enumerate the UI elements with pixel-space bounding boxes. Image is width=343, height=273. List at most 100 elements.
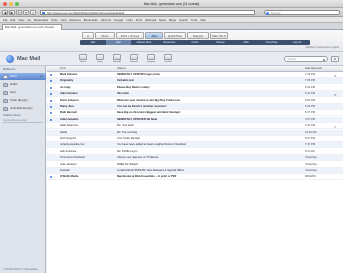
message-row[interactable]: Ramy Jess You can be Zurich's summer sess…	[47, 104, 343, 110]
back-button[interactable]: ◀	[2, 10, 8, 15]
message-row[interactable]: Feastall Limited Month 55/53.86: New Rele…	[47, 168, 343, 174]
sub-tab[interactable]: iDisk	[233, 40, 259, 45]
global-nav-item[interactable]: Support	[187, 32, 209, 39]
bookmark-item[interactable]: Links	[126, 18, 133, 22]
message-from: Adam Savants	[60, 117, 79, 121]
reply-button[interactable]: Reply	[93, 54, 107, 64]
mailbox-icon	[3, 90, 8, 95]
mailbox-item[interactable]: Trash (Empty)	[0, 97, 46, 104]
message-date: 7:47 PM	[305, 143, 316, 147]
message-row[interactable]: Ruth Bennett Save Big on Zirconia's Bigge…	[47, 110, 343, 117]
message-row[interactable]: web Antoinea Re: Profile Log In 6:11 AM	[47, 149, 343, 155]
sub-tab[interactable]: Log Out	[284, 40, 310, 45]
browser-tab-strip: Mac Mail - gmcmahon.com (21 unread)	[0, 23, 343, 30]
forward-button[interactable]: Forward	[127, 54, 141, 64]
delete-button[interactable]: Delete	[76, 54, 90, 64]
unread-dot-icon	[50, 118, 52, 121]
storage-usage: 1.38 GB (95%) of 2 GB available	[3, 268, 38, 271]
message-subject: Welcome your invoice to win Big Play Cre…	[117, 98, 297, 103]
mailbox-item[interactable]: Inbox 21	[0, 73, 46, 80]
bookmark-item[interactable]: News	[159, 18, 166, 22]
message-row[interactable]: Tech Support Your Order Receipt 8:37 PM	[47, 136, 343, 142]
address-book-heading: Address Book	[3, 114, 21, 117]
message-row[interactable]: Allen Gardner this letter 6:10 PM ✒	[47, 91, 343, 98]
message-row[interactable]: O'Reilly Media New Books & Web Essentials…	[47, 174, 343, 181]
sub-tab[interactable]: HomePage	[259, 40, 285, 45]
message-from: web Antoinea	[60, 149, 77, 153]
bookmark-item[interactable]: Delicious	[69, 18, 80, 22]
message-row[interactable]: Kurts Grayson Welcome your invoice to win…	[47, 98, 343, 104]
message-subject-text: FREE Re Subject	[117, 162, 139, 166]
bookmark-item[interactable]: Webmail	[145, 18, 156, 22]
message-row[interactable]: no-reply Please Buy Better Lottery 6:44 PM	[47, 85, 343, 91]
mailbox-item[interactable]: Junk Mail (Empty)	[0, 105, 46, 112]
sub-tab[interactable]: Address Book	[131, 40, 157, 45]
message-row[interactable]: noreply.expedia.com You have been added t…	[47, 142, 343, 149]
mail-search-input[interactable]: Search	[284, 56, 328, 62]
bookmark-item[interactable]: Google	[114, 18, 123, 22]
bookmark-item[interactable]: Add-ons	[101, 18, 111, 22]
sub-tab[interactable]: Bookmarks	[157, 40, 183, 45]
bookmark-item[interactable]: Search	[179, 18, 188, 22]
message-row[interactable]: Nelle Seamons Re: Your letter 4:44 PM ✒	[47, 123, 343, 130]
site-favicon-icon	[42, 11, 45, 14]
sub-tab[interactable]: .Mac	[80, 40, 106, 45]
message-row[interactable]: Mark Stevens SERIOUSLY UPDATE! logos pric…	[47, 72, 343, 78]
mailbox-item[interactable]: Sent	[0, 89, 46, 96]
message-row[interactable]: Originality Verbatim text 7:05 PM	[47, 78, 343, 85]
mailbox-icon	[3, 74, 8, 79]
unread-dot-icon	[50, 176, 52, 179]
bookmark-item[interactable]: File	[3, 18, 8, 22]
global-nav-item[interactable]: .Mac	[145, 32, 163, 39]
options-gear-button[interactable]: ⚙	[331, 56, 339, 62]
stop-button[interactable]: ✕	[23, 10, 29, 15]
bookmark-item[interactable]: Tools	[51, 18, 58, 22]
bookmark-item[interactable]: View	[18, 18, 24, 22]
message-subject-text: this letter	[117, 92, 130, 96]
reload-button[interactable]: ↻	[16, 10, 22, 15]
reply-all-button[interactable]: Reply All	[110, 54, 124, 64]
global-nav-item[interactable]: Store	[95, 32, 115, 39]
sub-tab[interactable]: Mail	[105, 40, 132, 45]
mac-mail-logo-icon	[6, 55, 14, 63]
message-row[interactable]: Adam Savants SERIOUSLY UPDATED 5B Steel 4:…	[47, 116, 343, 123]
sub-tab[interactable]: iCards	[182, 40, 208, 45]
message-subject-text: Re: Your letter	[117, 124, 135, 128]
quick-address-lookup-input[interactable]: Quick Address Lookup	[3, 119, 43, 123]
bookmark-item[interactable]: Bookmarks	[34, 18, 48, 22]
bookmark-item[interactable]: Prefs	[136, 18, 143, 22]
toolbar-button-label: Compose	[146, 61, 156, 63]
bookmark-item[interactable]: Mac	[201, 18, 206, 22]
global-nav-item[interactable]: QuickTime	[164, 32, 186, 39]
sub-tab[interactable]: Backup	[208, 40, 234, 45]
message-from: Tech Support	[60, 137, 76, 140]
home-button[interactable]: ⌂	[30, 10, 36, 15]
bookmark-item[interactable]: Help	[61, 18, 67, 22]
global-nav-item[interactable]: Mac OS X	[210, 32, 228, 39]
message-subject: FREE Re Subject	[117, 162, 297, 167]
mailbox-item[interactable]: Drafts	[0, 81, 46, 88]
message-subject: Your Order Receipt	[117, 136, 297, 141]
forward-button[interactable]: ▶	[9, 10, 15, 15]
message-date: 08/24/06	[305, 175, 316, 179]
bookmark-item[interactable]: Blogs	[169, 18, 176, 22]
global-nav-item[interactable]: iPod + iTunes	[116, 32, 144, 39]
bookmark-item[interactable]: Go	[27, 18, 31, 22]
address-bar[interactable]: http://www.mac.com/WebObjects/Webmail.wo…	[40, 10, 255, 15]
bookmark-item[interactable]: Bookmarks	[84, 18, 98, 22]
mailbox-label: Inbox	[10, 74, 17, 78]
bookmark-item[interactable]: Edit	[11, 18, 16, 22]
message-subject: Limited Month 55/53.86: New Releases & S…	[117, 168, 297, 173]
message-row[interactable]: Sarah Re: The morning 12:29 AM	[47, 129, 343, 136]
bookmark-item[interactable]: Tools	[191, 18, 198, 22]
message-from: Nelle Seamons	[60, 124, 79, 128]
apple-logo-nav-item[interactable]: ●	[82, 32, 94, 39]
browser-search-box[interactable]: Google	[264, 10, 340, 15]
apple-icon: ●	[87, 34, 89, 38]
message-subject: Please Buy Better Lottery	[117, 85, 297, 90]
message-row[interactable]: Joan Jackson FREE Re Subject Yesterday	[47, 162, 343, 168]
message-subject: Re: The morning	[117, 130, 297, 135]
message-row[interactable]: Thomhsoo Duerbeck Ubuntu new Jaeunes or T…	[47, 155, 343, 162]
get-mail-button[interactable]: Get Mail	[161, 54, 175, 64]
compose-button[interactable]: Compose	[144, 54, 158, 64]
